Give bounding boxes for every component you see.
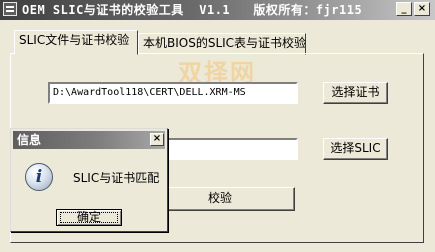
cert-path-field[interactable]: D:\AwardTool118\CERT\DELL.XRM-MS xyxy=(48,82,298,104)
window-title: OEM SLIC与证书的校验工具 V1.1 版权所有：fjr115 xyxy=(22,3,363,17)
tab-bios-slic-check[interactable]: 本机BIOS的SLIC表与证书校验 xyxy=(138,33,306,55)
ok-button[interactable]: 确定 xyxy=(56,209,122,226)
info-dialog: 信息 × i SLIC与证书匹配 确定 xyxy=(10,128,168,232)
info-icon: i xyxy=(25,163,53,191)
close-button[interactable]: × xyxy=(414,2,430,16)
select-cert-button[interactable]: 选择证书 xyxy=(323,82,388,104)
tab-slic-file-check[interactable]: SLIC文件与证书校验 xyxy=(14,30,138,55)
dialog-title[interactable]: 信息 xyxy=(13,131,165,149)
app-window: OEM SLIC与证书的校验工具 V1.1 版权所有：fjr115 _ × SL… xyxy=(0,0,435,252)
dialog-message: SLIC与证书匹配 xyxy=(73,171,160,185)
app-icon xyxy=(3,2,17,16)
title-bar[interactable]: OEM SLIC与证书的校验工具 V1.1 版权所有：fjr115 _ × xyxy=(0,0,435,20)
minimize-button[interactable]: _ xyxy=(396,2,412,16)
select-slic-button[interactable]: 选择SLIC xyxy=(323,138,388,160)
dialog-close-button[interactable]: × xyxy=(150,133,164,146)
